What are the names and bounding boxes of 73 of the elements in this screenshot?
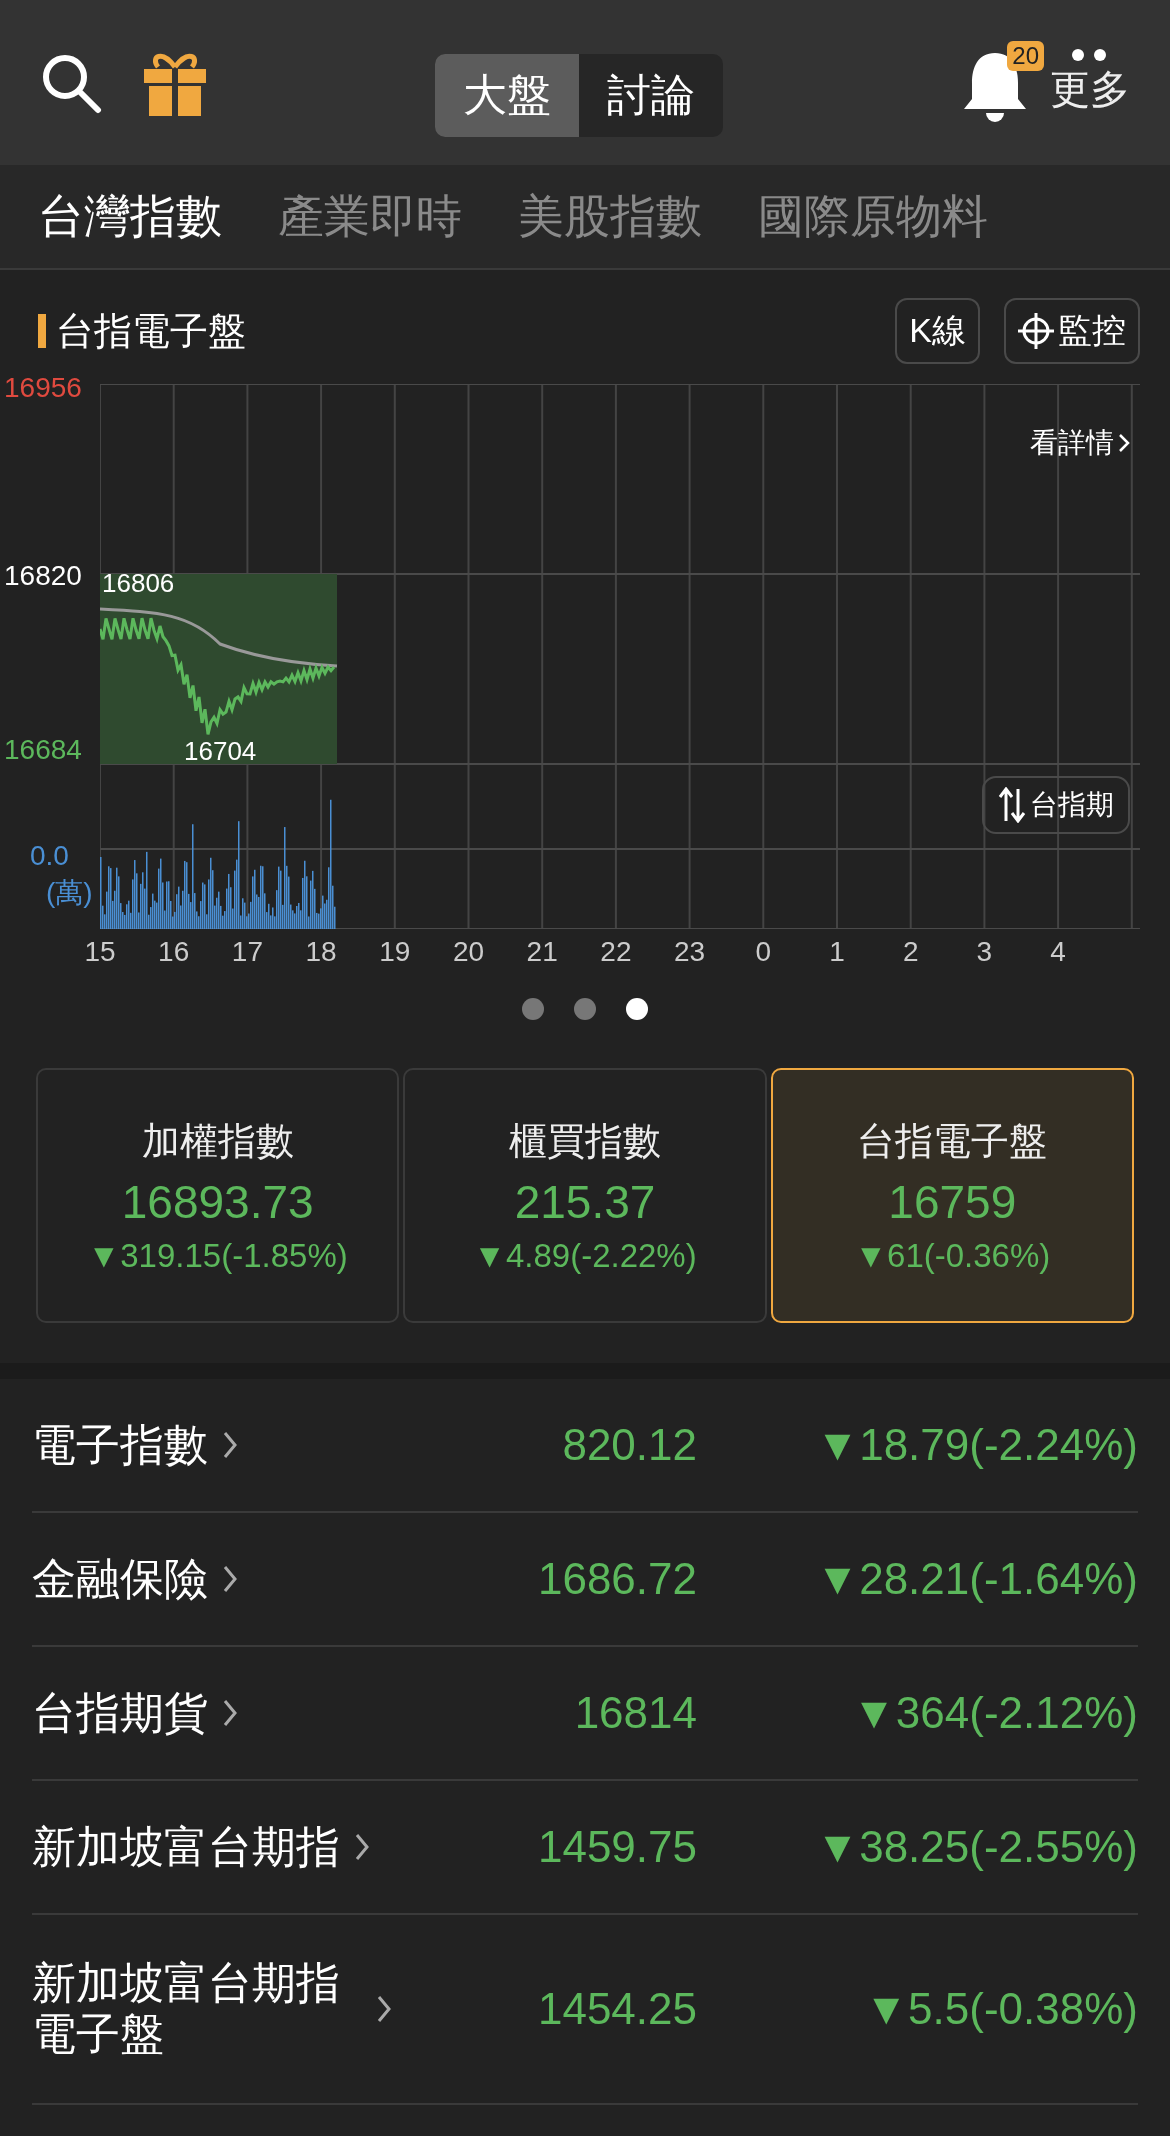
- switch-button[interactable]: 台指期: [982, 776, 1130, 834]
- card-value: 16759: [888, 1175, 1017, 1229]
- sector-name[interactable]: 台指期貨: [32, 1687, 208, 1739]
- market-tab[interactable]: 台灣指數: [38, 185, 222, 248]
- time-label: 15: [84, 936, 116, 968]
- sector-value: 1459.75: [536, 1822, 697, 1872]
- time-label: 21: [526, 936, 558, 968]
- segment-tab[interactable]: 討論: [579, 54, 723, 137]
- sector-value: 1454.25: [536, 1984, 697, 2034]
- volume-value: 0.0: [30, 840, 69, 872]
- time-label: 2: [902, 936, 919, 968]
- card-change: ▼319.15(-1.85%): [87, 1237, 348, 1275]
- detail-link[interactable]: 看詳情: [1030, 424, 1130, 462]
- crosshair-icon: [1018, 313, 1054, 349]
- axis-label: 16820: [4, 560, 82, 592]
- sector-change: ▼364(-2.12%): [851, 1688, 1138, 1738]
- chevron-icon[interactable]: [354, 1832, 370, 1862]
- monitor-button[interactable]: 監控: [1004, 298, 1140, 364]
- segment-tab[interactable]: 大盤: [435, 54, 579, 137]
- chevron-icon[interactable]: [376, 1994, 392, 2024]
- card-change: ▼61(-0.36%): [854, 1237, 1051, 1275]
- price-annotation: 16806: [102, 568, 175, 599]
- time-label: 20: [452, 936, 485, 968]
- market-tab[interactable]: 美股指數: [518, 185, 702, 248]
- sector-value: 1686.72: [536, 1554, 697, 1604]
- index-card[interactable]: 櫃買指數 215.37 ▼4.89(-2.22%): [403, 1068, 767, 1323]
- notification-badge: 20: [1007, 40, 1044, 71]
- time-label: 16: [158, 936, 190, 968]
- chart-title: 台指電子盤: [56, 308, 246, 354]
- card-title: 櫃買指數: [509, 1119, 661, 1164]
- more-label[interactable]: 更多: [1050, 62, 1130, 117]
- card-title: 台指電子盤: [857, 1119, 1048, 1164]
- axis-label: 16956: [4, 372, 82, 404]
- accent-bar: [38, 314, 46, 348]
- sector-change: ▼18.79(-2.24%): [814, 1420, 1138, 1470]
- sector-value: 820.12: [561, 1420, 697, 1470]
- sector-name[interactable]: 新加坡富台期指: [32, 1821, 340, 1873]
- time-label: 3: [976, 936, 993, 968]
- time-label: 18: [305, 936, 337, 968]
- time-label: 17: [231, 936, 263, 968]
- page-dot[interactable]: [626, 998, 648, 1020]
- chevron-icon[interactable]: [222, 1564, 238, 1594]
- sector-change: ▼5.5(-0.38%): [863, 1984, 1138, 2034]
- page-dot[interactable]: [574, 998, 596, 1020]
- card-title: 加權指數: [141, 1119, 294, 1164]
- market-tab[interactable]: 國際原物料: [758, 185, 988, 248]
- card-value: 16893.73: [121, 1175, 314, 1229]
- market-tab[interactable]: 產業即時: [278, 185, 462, 248]
- time-label: 23: [674, 936, 706, 968]
- index-card[interactable]: 台指電子盤 16759 ▼61(-0.36%): [770, 1068, 1134, 1323]
- sector-change: ▼28.21(-1.64%): [814, 1554, 1138, 1604]
- time-label: 1: [829, 936, 845, 968]
- price-annotation: 16704: [184, 736, 257, 767]
- chevron-icon[interactable]: [222, 1698, 238, 1728]
- sector-name[interactable]: 金融保險: [32, 1553, 208, 1605]
- index-card[interactable]: 加權指數 16893.73 ▼319.15(-1.85%): [36, 1068, 400, 1323]
- swap-arrows-icon: [998, 787, 1026, 823]
- sector-name[interactable]: 新加坡富台期指電子盤: [32, 1958, 362, 2060]
- sector-change: ▼38.25(-2.55%): [814, 1822, 1138, 1872]
- chevron-icon[interactable]: [222, 1430, 238, 1460]
- card-value: 215.37: [514, 1175, 656, 1229]
- time-label: 22: [600, 936, 632, 968]
- sector-name[interactable]: 電子指數: [32, 1419, 208, 1471]
- time-label: 19: [379, 936, 411, 968]
- axis-label: 16684: [4, 734, 82, 766]
- sector-value: 16814: [573, 1688, 697, 1738]
- volume-unit: (萬): [46, 876, 93, 910]
- time-label: 0: [755, 936, 772, 968]
- card-change: ▼4.89(-2.22%): [473, 1237, 697, 1275]
- kline-button[interactable]: K線: [895, 298, 980, 364]
- page-dot[interactable]: [522, 998, 544, 1020]
- chevron-icon: [1118, 432, 1130, 454]
- time-label: 4: [1050, 936, 1066, 968]
